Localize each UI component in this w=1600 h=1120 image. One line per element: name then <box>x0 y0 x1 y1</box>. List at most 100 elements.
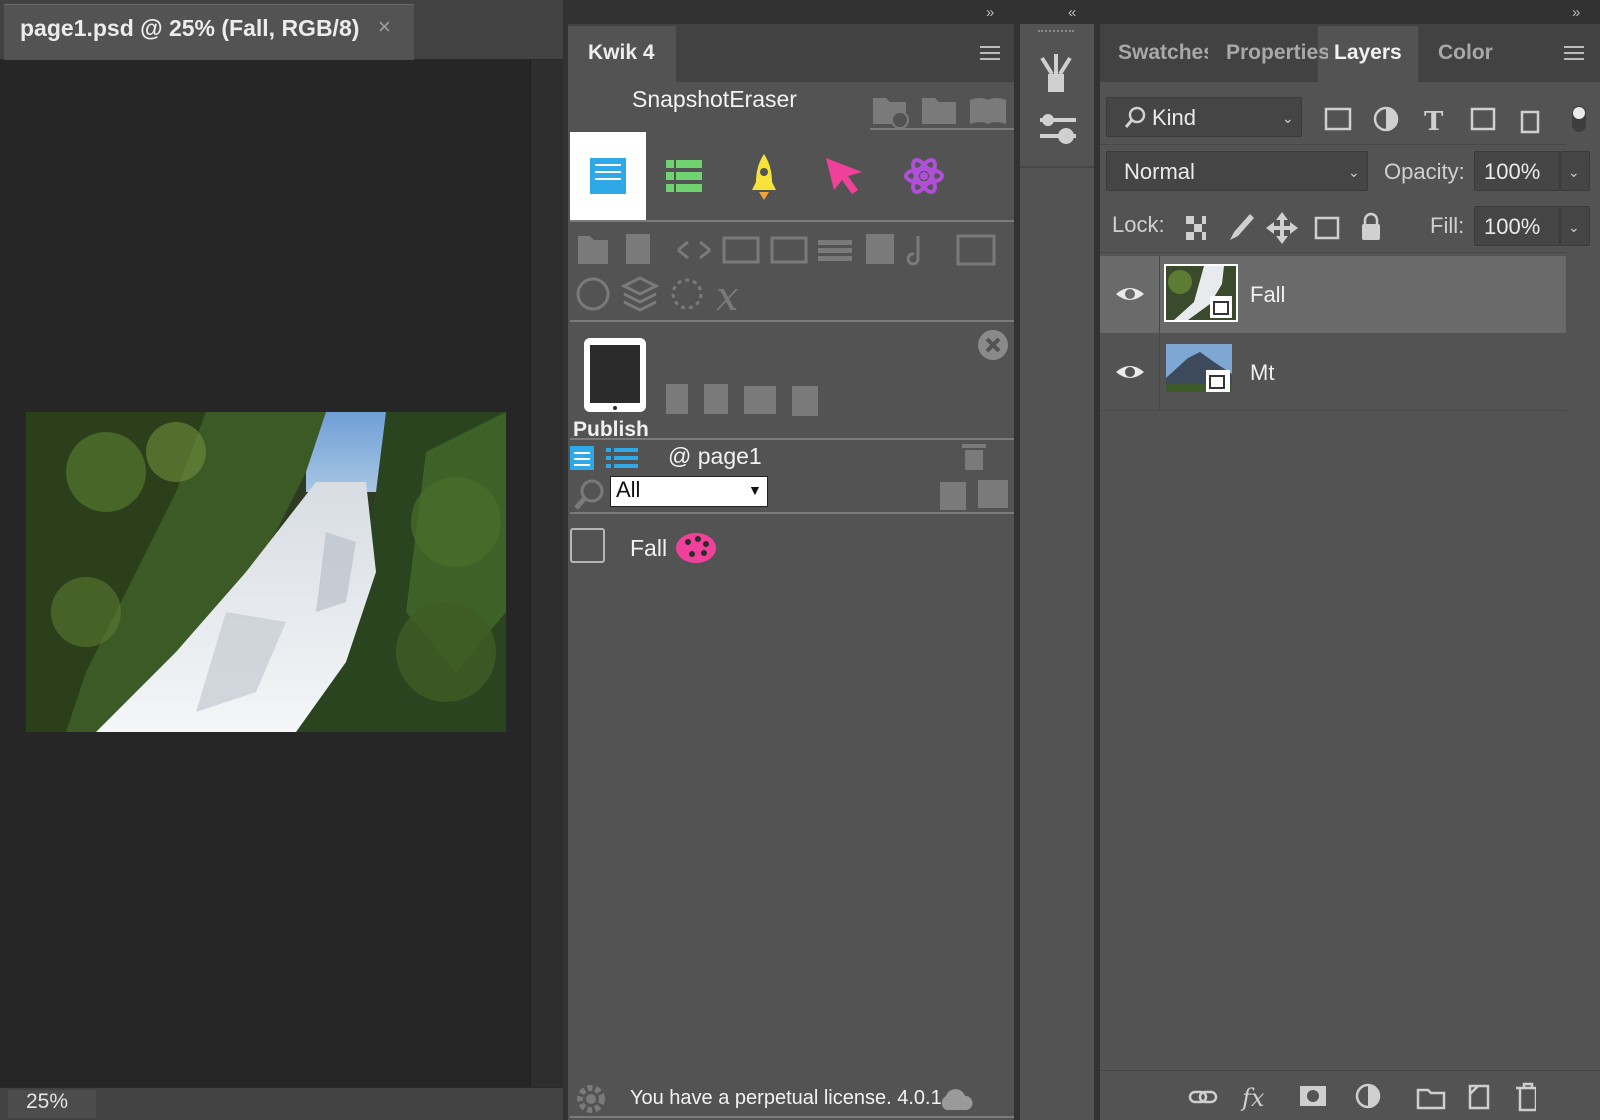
expand-panel-icon[interactable]: » <box>986 4 994 21</box>
kwik-tools-grid: x <box>574 228 1010 318</box>
layer-checkbox[interactable] <box>570 528 605 563</box>
current-page-label: @ page1 <box>668 443 762 469</box>
selection-icon <box>671 278 703 310</box>
visibility-toggle[interactable] <box>1100 334 1160 411</box>
link-layers-icon <box>1188 1090 1208 1104</box>
layer-row[interactable]: Fall <box>1100 256 1566 333</box>
lock-label: Lock: <box>1112 212 1165 237</box>
chevron-down-icon: ⌄ <box>1348 164 1360 180</box>
trash-icon[interactable] <box>960 442 988 472</box>
smart-object-filter-icon <box>1520 110 1540 134</box>
opacity-label: Opacity: <box>1384 159 1465 184</box>
project-name: SnapshotEraser <box>632 86 797 112</box>
tool-strip <box>1020 0 1094 1120</box>
tab-swatches[interactable]: Swatches <box>1118 41 1208 65</box>
divider <box>1020 166 1094 168</box>
search-icon <box>1124 106 1146 130</box>
kwik-panel-header <box>568 0 1014 24</box>
cursor-icon <box>826 158 862 194</box>
delete-layer-icon <box>1516 1082 1536 1112</box>
zoom-value: 25% <box>26 1090 69 1113</box>
open-project-icon <box>922 98 956 124</box>
kwik-tab-list[interactable] <box>646 132 722 220</box>
layer-thumbnail[interactable] <box>1164 264 1238 322</box>
clipboard-tools <box>938 478 1010 510</box>
variable-icon: x <box>716 274 739 318</box>
layer-filter-icons: T <box>1324 104 1594 134</box>
qr-icon <box>666 384 688 414</box>
audio-icon <box>906 236 920 266</box>
divider <box>570 438 1014 440</box>
pixel-filter-icon <box>1324 107 1352 131</box>
divider <box>870 128 1014 130</box>
copy-icon <box>792 386 818 416</box>
tab-color[interactable]: Color <box>1438 41 1508 65</box>
chevron-down-icon: ⌄ <box>1282 110 1294 126</box>
close-publish-icon[interactable] <box>976 328 1010 362</box>
visibility-toggle[interactable] <box>1100 256 1160 333</box>
filter-kind-label: Kind <box>1152 105 1197 130</box>
eye-icon <box>1116 288 1144 300</box>
layer-name[interactable]: Fall <box>1250 282 1285 308</box>
panel-menu-icon[interactable] <box>980 46 1000 60</box>
settings-icon[interactable] <box>574 1082 608 1116</box>
layer-filter-value: All <box>616 477 641 502</box>
package-icon <box>704 384 728 414</box>
kwik-tab-pages[interactable] <box>570 132 646 220</box>
folder-icon <box>578 236 608 264</box>
fill-label: Fill: <box>1430 213 1465 238</box>
layer-name[interactable]: Mt <box>1250 360 1274 386</box>
stack-icon <box>818 256 852 261</box>
filter-toggle <box>1573 107 1585 119</box>
divider <box>570 220 1014 222</box>
tablet-icon[interactable] <box>582 336 648 414</box>
panel-menu-icon[interactable] <box>1564 46 1584 60</box>
fill-value: 100% <box>1484 214 1541 239</box>
layers-icon <box>620 276 660 312</box>
divider <box>570 512 1014 514</box>
drag-handle[interactable] <box>1038 30 1074 36</box>
page-view-icon[interactable] <box>570 444 640 472</box>
shape-filter-icon <box>1470 107 1496 131</box>
cloud-icon[interactable] <box>938 1088 974 1112</box>
chevron-down-icon: ▼ <box>748 482 762 498</box>
canvas-image-waterfall[interactable] <box>26 412 506 732</box>
adjust-sliders-icon[interactable] <box>1036 110 1080 150</box>
tab-properties[interactable]: Properties <box>1226 41 1328 65</box>
lock-transparent-icon <box>1186 216 1194 224</box>
lock-pixels-icon <box>1230 214 1254 240</box>
license-status: You have a perpetual license. 4.0.1 <box>630 1087 942 1109</box>
collapse-panel-icon[interactable]: « <box>1068 4 1076 21</box>
divider <box>570 320 1014 322</box>
tab-layers[interactable]: Layers <box>1334 41 1414 65</box>
new-group-icon <box>1416 1088 1446 1110</box>
lock-options <box>1182 208 1392 244</box>
publish-tools <box>662 378 832 420</box>
blend-mode-value: Normal <box>1124 159 1195 184</box>
kwik-tab-atom[interactable] <box>886 132 962 220</box>
duplicate-icon <box>978 480 1008 508</box>
vertical-scrollbar[interactable] <box>530 60 563 1087</box>
terminal-icon <box>770 236 808 264</box>
project-tools <box>868 90 1008 130</box>
paste-icon <box>940 482 966 510</box>
kwik-layer-name[interactable]: Fall <box>630 535 667 562</box>
kwik-tab-interactions[interactable] <box>806 132 882 220</box>
pages-icon <box>590 158 626 194</box>
palette-icon[interactable] <box>674 530 718 566</box>
lock-all-icon <box>1362 224 1380 240</box>
brush-presets-icon[interactable] <box>1036 50 1076 94</box>
archive-icon <box>744 386 776 414</box>
rocket-icon <box>752 154 776 200</box>
kwik-tab-rocket[interactable] <box>726 132 802 220</box>
book-icon <box>970 98 1006 124</box>
layer-row[interactable]: Mt <box>1100 334 1566 411</box>
expand-panel-icon[interactable]: » <box>1572 4 1580 21</box>
document-icon <box>626 234 650 264</box>
eye-icon <box>1116 366 1144 378</box>
divider <box>1100 144 1566 145</box>
document-tab-title: page1.psd @ 25% (Fall, RGB/8) <box>20 15 360 41</box>
search-icon <box>572 478 606 512</box>
layer-thumbnail[interactable] <box>1166 344 1232 392</box>
close-tab-icon[interactable]: × <box>378 14 391 40</box>
